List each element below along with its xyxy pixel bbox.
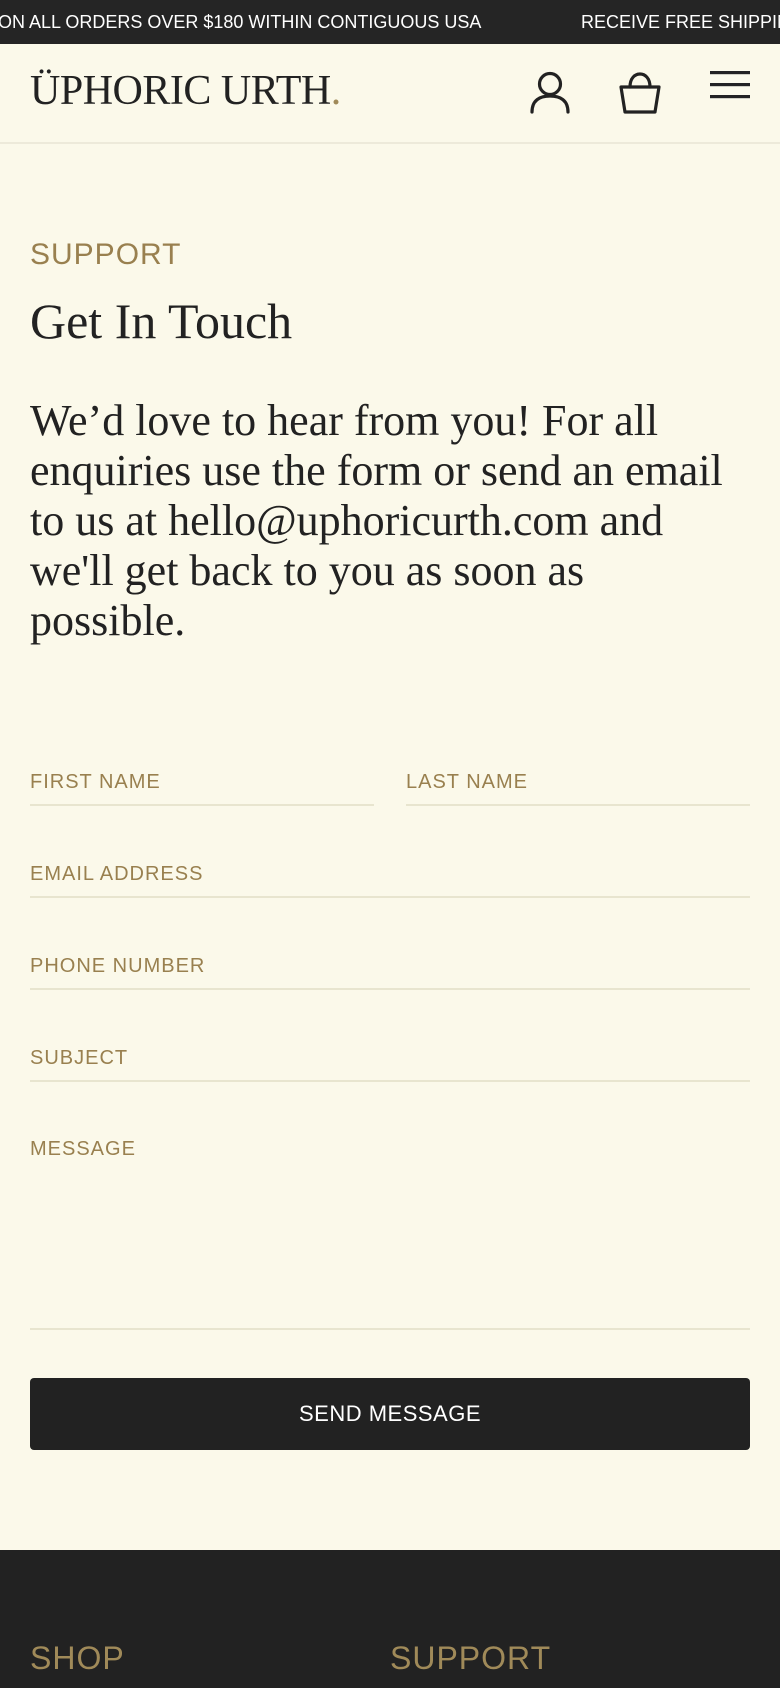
site-footer: SHOP SUPPORT: [0, 1550, 780, 1688]
user-icon: [530, 71, 570, 114]
footer-heading-support[interactable]: SUPPORT: [390, 1642, 551, 1674]
message-textarea[interactable]: [30, 1138, 750, 1318]
first-name-input[interactable]: [30, 764, 374, 800]
announcement-message: ON ALL ORDERS OVER $180 WITHIN CONTIGUOU…: [0, 12, 482, 32]
phone-input[interactable]: [30, 948, 750, 984]
brand-logo-text: ÜPHORIC URTH: [30, 68, 331, 114]
first-name-field: [30, 740, 374, 806]
brand-logo-dot: .: [330, 68, 342, 114]
last-name-field: [406, 740, 750, 806]
announcement-bar: ON ALL ORDERS OVER $180 WITHIN CONTIGUOU…: [0, 0, 780, 44]
subject-field: [30, 1016, 750, 1082]
page-title: Get In Touch: [30, 293, 293, 349]
announcement-message-next: RECEIVE FREE SHIPPIN: [581, 12, 780, 32]
brand-logo[interactable]: ÜPHORIC URTH.: [30, 70, 341, 112]
email-field: [30, 832, 750, 898]
section-eyebrow: SUPPORT: [30, 238, 182, 271]
phone-field: [30, 924, 750, 990]
hamburger-menu-icon: [710, 71, 750, 99]
menu-button[interactable]: [704, 64, 756, 116]
account-button[interactable]: [524, 68, 576, 120]
last-name-input[interactable]: [406, 764, 750, 800]
footer-heading-shop[interactable]: SHOP: [30, 1642, 125, 1674]
intro-text: We’d love to hear from you! For all enqu…: [30, 396, 723, 645]
subject-input[interactable]: [30, 1040, 750, 1076]
cart-button[interactable]: [614, 68, 666, 120]
message-field: [30, 1108, 750, 1330]
send-message-button[interactable]: SEND MESSAGE: [30, 1378, 750, 1450]
site-header: ÜPHORIC URTH.: [0, 44, 780, 144]
email-input[interactable]: [30, 856, 750, 892]
shopping-bag-icon: [619, 72, 661, 114]
